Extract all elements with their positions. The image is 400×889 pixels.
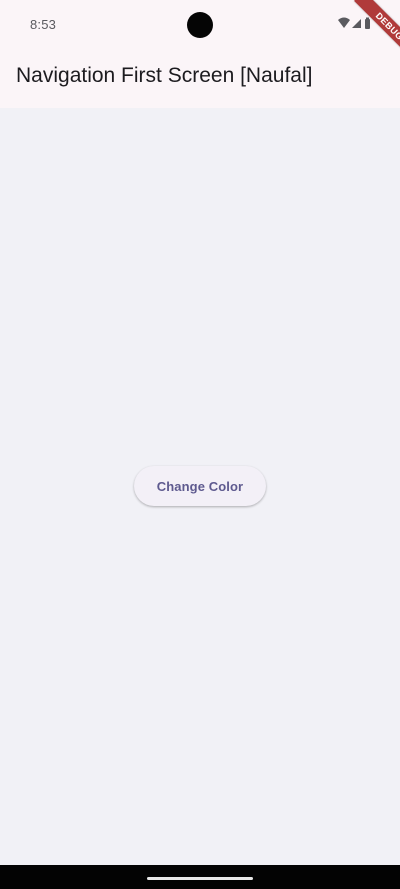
page-title: Navigation First Screen [Naufal] bbox=[16, 64, 313, 87]
battery-icon bbox=[365, 17, 370, 29]
system-navigation-bar bbox=[0, 865, 400, 889]
status-bar: 8:53 bbox=[0, 0, 400, 52]
camera-cutout bbox=[187, 12, 213, 38]
wifi-icon bbox=[338, 17, 350, 28]
status-time: 8:53 bbox=[30, 17, 57, 32]
app-bar: Navigation First Screen [Naufal] bbox=[0, 52, 400, 108]
change-color-button[interactable]: Change Color bbox=[134, 466, 266, 506]
app-screen: 8:53 Navigation First Screen [Naufal] Ch… bbox=[0, 0, 400, 889]
status-icons bbox=[338, 17, 370, 29]
signal-icon bbox=[352, 19, 361, 28]
home-indicator[interactable] bbox=[147, 877, 253, 880]
